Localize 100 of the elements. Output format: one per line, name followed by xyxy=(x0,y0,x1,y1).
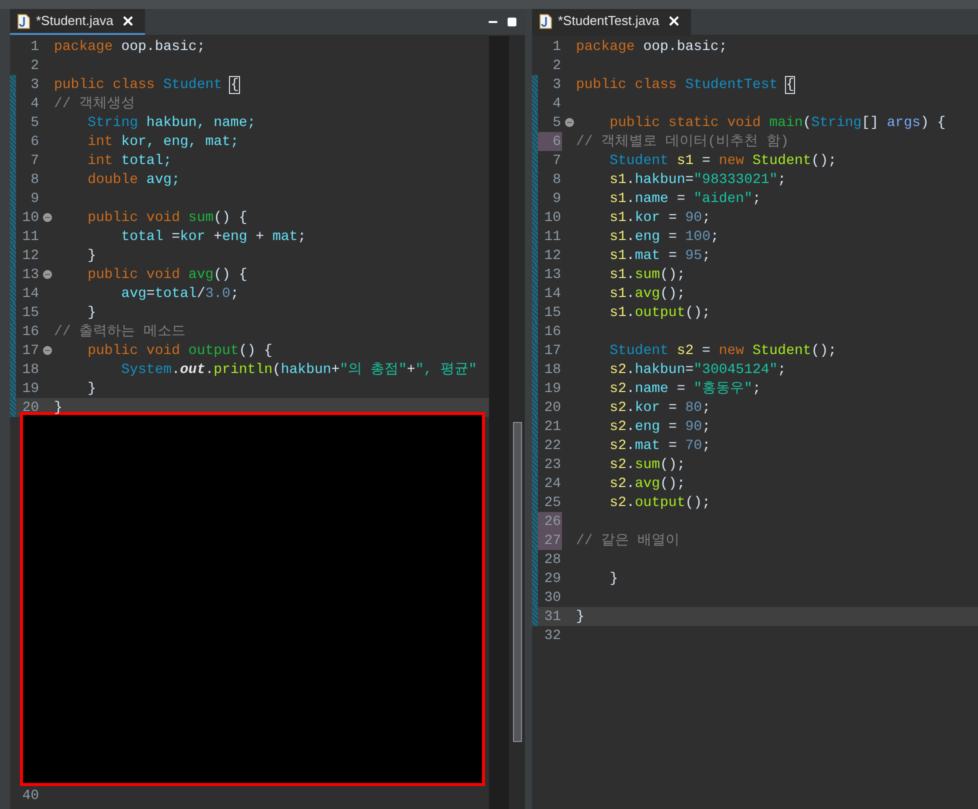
code-line: s1.mat = 95; xyxy=(608,248,710,262)
code-line: // 객체생성 xyxy=(54,96,136,110)
line-number: 6 xyxy=(538,132,562,151)
line-number: 30 xyxy=(543,588,562,607)
code-line: public void sum() { xyxy=(86,210,248,224)
code-line: s2.kor = 80; xyxy=(608,400,710,414)
line-number: 4 xyxy=(30,94,40,113)
code-line: s2.avg(); xyxy=(608,476,686,490)
java-file-icon xyxy=(539,14,552,28)
line-number: 1 xyxy=(30,38,40,56)
line-number: 12 xyxy=(21,246,40,265)
code-line: s1.hakbun="98333021"; xyxy=(608,172,786,186)
code-line: s2.eng = 90; xyxy=(608,420,710,434)
code-line: Student s1 = new Student(); xyxy=(608,154,837,168)
line-number: 17 xyxy=(21,342,40,360)
line-number: 40 xyxy=(21,786,40,805)
code-line: double avg; xyxy=(86,172,180,186)
code-line: public class Student { xyxy=(54,78,239,92)
code-line: public class StudentTest { xyxy=(576,78,794,92)
code-line: s2.hakbun="30045124"; xyxy=(608,362,786,376)
line-number: 11 xyxy=(543,228,562,246)
line-number: 16 xyxy=(21,322,40,341)
line-number: 20 xyxy=(543,398,562,417)
line-number: 3 xyxy=(552,76,562,94)
code-line: // 객체별로 데이터(비추천 함) xyxy=(576,134,789,148)
line-number: 8 xyxy=(552,170,562,189)
code-line: package oop.basic; xyxy=(576,40,728,54)
code-line: } xyxy=(86,382,96,396)
code-line: s1.avg(); xyxy=(608,286,686,300)
line-number: 4 xyxy=(552,94,562,113)
line-number: 7 xyxy=(552,152,562,170)
fold-icon[interactable] xyxy=(42,213,52,222)
code-line: Student s2 = new Student(); xyxy=(608,344,837,358)
line-number: 2 xyxy=(30,56,40,75)
code-line: s1.eng = 100; xyxy=(608,230,719,244)
line-number: 24 xyxy=(543,474,562,493)
code-line: total =kor +eng + mat; xyxy=(120,230,306,244)
line-number: 14 xyxy=(21,284,40,303)
scrollbar-thumb[interactable] xyxy=(512,422,522,742)
code-line: s2.name = "홍동우"; xyxy=(608,382,761,396)
line-number: 15 xyxy=(21,304,40,322)
maximize-icon[interactable] xyxy=(507,17,517,27)
close-icon[interactable] xyxy=(667,14,682,28)
code-line: int total; xyxy=(86,154,172,168)
code-line: public void avg() { xyxy=(86,268,248,282)
line-number: 12 xyxy=(543,246,562,265)
line-number: 32 xyxy=(543,626,562,645)
line-number: 22 xyxy=(543,436,562,455)
fold-icon[interactable] xyxy=(42,346,52,355)
line-number: 5 xyxy=(30,114,40,132)
line-number: 16 xyxy=(543,322,562,341)
line-number: 13 xyxy=(21,266,40,284)
fold-icon[interactable] xyxy=(564,118,574,127)
line-number: 25 xyxy=(543,494,562,512)
code-line: s1.kor = 90; xyxy=(608,210,710,224)
code-line: // 같은 배열이 xyxy=(576,534,680,548)
code-line: } xyxy=(86,306,96,320)
line-number: 29 xyxy=(543,570,562,588)
line-number: 9 xyxy=(552,190,562,208)
code-line: int kor, eng, mat; xyxy=(86,134,239,148)
line-number: 9 xyxy=(30,190,40,208)
line-number: 7 xyxy=(30,152,40,170)
editor-tab[interactable]: *Student.java xyxy=(10,9,146,35)
line-number: 26 xyxy=(538,512,562,531)
code-line: } xyxy=(54,400,62,414)
line-number: 3 xyxy=(30,76,40,94)
code-line: } xyxy=(576,610,584,624)
line-number: 6 xyxy=(30,132,40,151)
line-number: 18 xyxy=(21,360,40,379)
line-number: 31 xyxy=(543,608,562,626)
line-number: 15 xyxy=(543,304,562,322)
code-line: System.out.println(hakbun+"의 총점"+", 평균" xyxy=(120,362,477,376)
line-number: 19 xyxy=(543,380,562,398)
line-number: 14 xyxy=(543,284,562,303)
line-number: 2 xyxy=(552,56,562,75)
code-line: } xyxy=(86,248,96,262)
line-number: 13 xyxy=(543,266,562,284)
code-line: avg=total/3.0; xyxy=(120,286,239,300)
line-number: 5 xyxy=(552,114,562,132)
code-line: public void output() { xyxy=(86,344,272,358)
line-number: 17 xyxy=(543,342,562,360)
code-line: s1.output(); xyxy=(608,306,710,320)
code-line: s1.name = "aiden"; xyxy=(608,192,761,206)
line-number: 18 xyxy=(543,360,562,379)
fold-icon[interactable] xyxy=(42,270,52,279)
line-number: 19 xyxy=(21,380,40,398)
line-number: 20 xyxy=(21,398,40,417)
line-number: 23 xyxy=(543,456,562,474)
java-file-icon xyxy=(17,14,30,28)
line-number: 11 xyxy=(21,228,40,246)
line-number: 10 xyxy=(21,208,40,227)
code-line: package oop.basic; xyxy=(54,40,206,54)
code-line: s2.output(); xyxy=(608,496,710,510)
close-icon[interactable] xyxy=(121,14,136,28)
code-line: s1.sum(); xyxy=(608,268,686,282)
line-number: 8 xyxy=(30,170,40,189)
code-line: } xyxy=(608,572,618,586)
code-line: // 출력하는 메소드 xyxy=(54,324,186,338)
editor-tab[interactable]: *StudentTest.java xyxy=(532,9,692,35)
line-number: 10 xyxy=(543,208,562,227)
